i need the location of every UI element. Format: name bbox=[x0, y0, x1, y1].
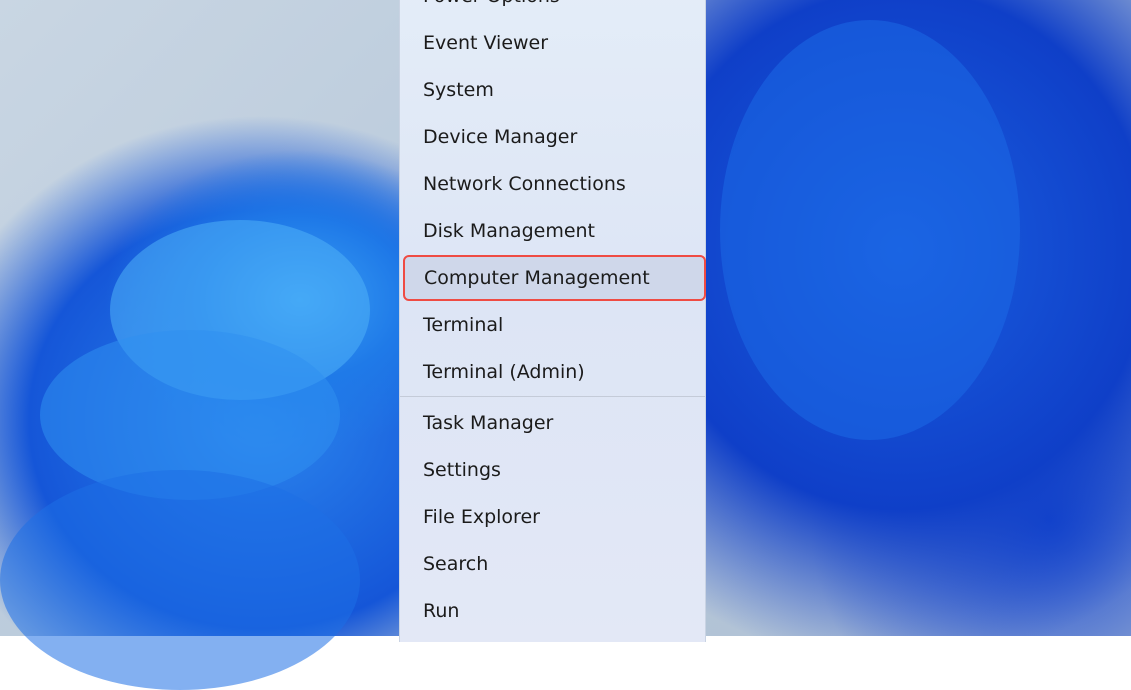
menu-item-settings[interactable]: Settings bbox=[404, 449, 701, 491]
menu-item-system[interactable]: System bbox=[404, 69, 701, 111]
menu-divider bbox=[400, 396, 705, 397]
menu-item-disk-management[interactable]: Disk Management bbox=[404, 210, 701, 252]
wallpaper-petal bbox=[0, 470, 360, 690]
wallpaper-petal bbox=[720, 20, 1020, 440]
menu-item-device-manager[interactable]: Device Manager bbox=[404, 116, 701, 158]
menu-item-event-viewer[interactable]: Event Viewer bbox=[404, 22, 701, 64]
menu-item-network-connections[interactable]: Network Connections bbox=[404, 163, 701, 205]
menu-item-terminal-admin[interactable]: Terminal (Admin) bbox=[404, 351, 701, 393]
winx-context-menu: Power Options Event Viewer System Device Ma… bbox=[399, 0, 706, 642]
menu-item-search[interactable]: Search bbox=[404, 543, 701, 585]
menu-item-run[interactable]: Run bbox=[404, 590, 701, 632]
menu-item-power-options[interactable]: Power Options bbox=[404, 0, 701, 17]
menu-item-task-manager[interactable]: Task Manager bbox=[404, 402, 701, 444]
menu-item-terminal[interactable]: Terminal bbox=[404, 304, 701, 346]
menu-item-computer-management[interactable]: Computer Management bbox=[403, 255, 706, 301]
menu-item-file-explorer[interactable]: File Explorer bbox=[404, 496, 701, 538]
